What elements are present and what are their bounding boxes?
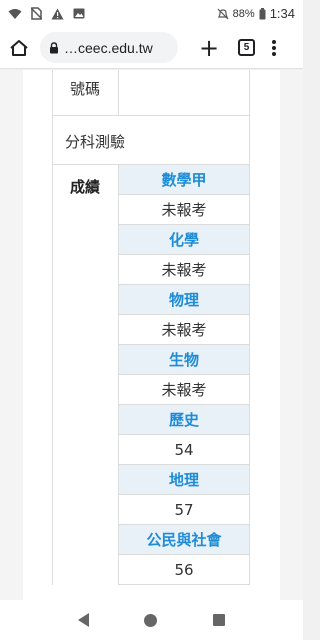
browser-toolbar: …ceec.edu.tw + 5 (0, 27, 303, 69)
table-row: 號碼 (53, 70, 249, 116)
battery-icon (259, 7, 266, 20)
section-title: 分科測驗 (53, 116, 249, 165)
top-cell-value (119, 70, 249, 115)
subject-score: 未報考 (119, 195, 249, 225)
status-right: 88% 1:34 (217, 6, 295, 21)
subject-name: 化學 (119, 225, 249, 255)
subject-score: 未報考 (119, 375, 249, 405)
mute-icon (217, 8, 229, 20)
image-icon (73, 8, 85, 19)
web-page[interactable]: 號碼 分科測驗 成績 數學甲 未報考 化學 未報考 物理 未報考 生物 未報考 … (0, 70, 303, 600)
url-text: …ceec.edu.tw (64, 39, 153, 56)
top-cell: 號碼 (53, 70, 119, 115)
subject-score: 54 (119, 435, 249, 465)
home-circle-icon[interactable] (144, 613, 158, 627)
recents-icon[interactable] (213, 614, 226, 626)
system-nav-bar (0, 600, 303, 640)
no-sim-icon (31, 7, 42, 20)
tab-count: 5 (243, 42, 250, 53)
more-vert-icon (272, 39, 276, 44)
subject-name: 數學甲 (119, 165, 249, 195)
score-table: 號碼 分科測驗 成績 數學甲 未報考 化學 未報考 物理 未報考 生物 未報考 … (52, 70, 250, 585)
scores-values: 數學甲 未報考 化學 未報考 物理 未報考 生物 未報考 歷史 54 地理 57… (119, 165, 249, 585)
battery-percent: 88% (232, 7, 255, 20)
warning-icon (51, 8, 64, 20)
lock-icon[interactable] (49, 41, 59, 54)
tab-switcher-button[interactable]: 5 (238, 39, 255, 56)
page-gutter-right (280, 70, 303, 600)
plus-icon: + (198, 33, 220, 62)
new-tab-button[interactable]: + (198, 33, 220, 62)
subject-score: 57 (119, 495, 249, 525)
subject-name: 歷史 (119, 405, 249, 435)
subject-score: 56 (119, 555, 249, 585)
subject-name: 生物 (119, 345, 249, 375)
wifi-icon (8, 8, 22, 20)
back-icon[interactable] (77, 613, 89, 627)
clock: 1:34 (269, 6, 295, 21)
more-menu-button[interactable] (269, 37, 279, 59)
home-icon (9, 39, 29, 57)
scores-row: 成績 數學甲 未報考 化學 未報考 物理 未報考 生物 未報考 歷史 54 地理… (53, 165, 249, 585)
address-bar[interactable]: …ceec.edu.tw (40, 32, 178, 63)
status-bar: 88% 1:34 (0, 0, 303, 27)
subject-name: 物理 (119, 285, 249, 315)
subject-score: 未報考 (119, 315, 249, 345)
status-left (8, 7, 85, 20)
subject-name: 地理 (119, 465, 249, 495)
subject-score: 未報考 (119, 255, 249, 285)
subject-name: 公民與社會 (119, 525, 249, 555)
page-gutter-left (0, 70, 23, 600)
scores-label: 成績 (53, 165, 119, 585)
top-cell-label: 號碼 (70, 80, 101, 98)
home-button[interactable] (6, 35, 32, 61)
